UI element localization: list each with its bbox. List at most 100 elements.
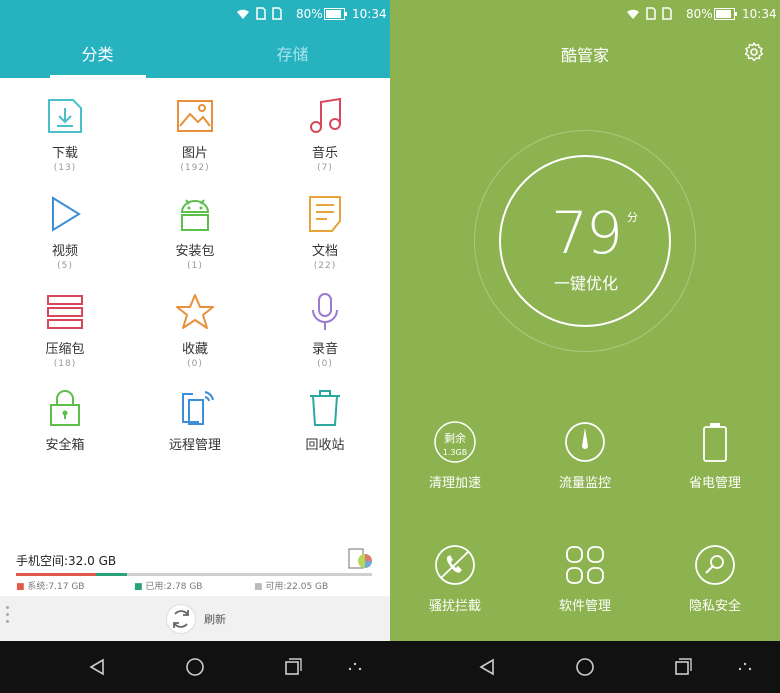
category-label: 视频 bbox=[51, 244, 78, 259]
function-label: 骚扰拦截 bbox=[428, 599, 481, 614]
category-label: 压缩包 bbox=[45, 342, 85, 357]
tab-indicator bbox=[50, 75, 146, 78]
sim-card-icon bbox=[662, 7, 672, 20]
battery-percent: 80% bbox=[686, 7, 713, 21]
legend-system: ■ 系统:7.17 GB bbox=[16, 582, 85, 592]
clock: 10:34 bbox=[352, 7, 387, 21]
category-videos[interactable]: 视频 (5) bbox=[0, 194, 130, 271]
back-icon[interactable] bbox=[478, 658, 496, 676]
wifi-icon bbox=[237, 9, 249, 19]
category-favorites[interactable]: 收藏 (0) bbox=[130, 292, 260, 369]
function-label: 清理加速 bbox=[428, 476, 481, 491]
storage-bar-used bbox=[95, 573, 127, 576]
wifi-icon bbox=[627, 9, 639, 19]
optimize-button[interactable]: 79 分 一键优化 bbox=[499, 155, 671, 327]
category-count: (0) bbox=[317, 359, 333, 369]
battery-icon bbox=[714, 8, 737, 20]
function-clean-boost[interactable]: 剩余 1.3GB 清理加速 bbox=[390, 420, 520, 491]
legend-free-text: 可用:22.05 GB bbox=[265, 582, 329, 592]
tab-categories[interactable]: 分类 bbox=[0, 28, 195, 78]
category-label: 收藏 bbox=[181, 342, 208, 357]
privacy-icon bbox=[695, 545, 735, 585]
home-icon[interactable] bbox=[575, 657, 595, 677]
recents-icon[interactable] bbox=[673, 657, 693, 677]
manager-panel: 80% 10:34 酷管家 79 分 一键优化 剩余 1.3GB 清理加速 流量… bbox=[390, 0, 780, 641]
category-count: (0) bbox=[187, 359, 203, 369]
apps-icon bbox=[566, 546, 604, 584]
storage-bar bbox=[16, 573, 372, 576]
category-downloads[interactable]: 下载 (13) bbox=[0, 96, 130, 173]
refresh-button[interactable] bbox=[166, 604, 196, 634]
archive-icon bbox=[47, 295, 83, 329]
tab-storage[interactable]: 存储 bbox=[195, 28, 390, 78]
phone-block-icon bbox=[435, 545, 475, 585]
category-recycle-bin[interactable]: 回收站 bbox=[260, 388, 390, 453]
category-label: 录音 bbox=[311, 342, 338, 357]
refresh-icon bbox=[173, 610, 189, 628]
category-remote-management[interactable]: 远程管理 bbox=[130, 388, 260, 453]
category-safe-box[interactable]: 安全箱 bbox=[0, 388, 130, 453]
category-label: 音乐 bbox=[311, 146, 338, 161]
file-manager-panel: 80% 10:34 分类 存储 下载 (13) 图片 (192) 音乐 (7) … bbox=[0, 0, 390, 693]
remaining-badge-bottom: 1.3GB bbox=[442, 448, 468, 457]
android-icon bbox=[180, 199, 210, 231]
legend-free: ■ 可用:22.05 GB bbox=[254, 582, 329, 592]
category-count: (1) bbox=[187, 261, 203, 271]
screen: 80% 10:34 分类 存储 下载 (13) 图片 (192) 音乐 (7) … bbox=[0, 0, 780, 693]
download-icon bbox=[48, 99, 82, 133]
nav-bar-right bbox=[390, 641, 780, 693]
category-documents[interactable]: 文档 (22) bbox=[260, 194, 390, 271]
page-title: 酷管家 bbox=[560, 46, 609, 65]
recents-icon[interactable] bbox=[283, 657, 303, 677]
category-count: (7) bbox=[317, 163, 333, 173]
category-archives[interactable]: 压缩包 (18) bbox=[0, 292, 130, 369]
remaining-badge-top: 剩余 bbox=[444, 432, 466, 445]
function-label: 软件管理 bbox=[558, 599, 611, 614]
category-images[interactable]: 图片 (192) bbox=[130, 96, 260, 173]
document-icon bbox=[309, 196, 341, 232]
category-count: (192) bbox=[180, 163, 210, 173]
function-traffic-monitor[interactable]: 流量监控 bbox=[520, 420, 650, 491]
nav-bar-left bbox=[0, 641, 390, 693]
lock-icon bbox=[50, 390, 80, 426]
tab-label: 分类 bbox=[81, 45, 114, 64]
gear-icon[interactable] bbox=[744, 42, 764, 62]
remote-icon bbox=[182, 391, 214, 425]
drag-handle-icon[interactable] bbox=[6, 606, 10, 627]
optimize-label: 一键优化 bbox=[553, 274, 618, 293]
category-apks[interactable]: 安装包 (1) bbox=[130, 194, 260, 271]
tab-label: 存储 bbox=[276, 45, 309, 64]
sim-card-icon bbox=[272, 7, 282, 20]
refresh-bar: 刷新 bbox=[0, 596, 390, 641]
function-label: 隐私安全 bbox=[688, 599, 741, 614]
star-icon bbox=[176, 294, 214, 329]
trash-icon bbox=[310, 390, 340, 426]
function-label: 省电管理 bbox=[688, 476, 741, 491]
refresh-label[interactable]: 刷新 bbox=[204, 611, 226, 627]
back-icon[interactable] bbox=[88, 658, 106, 676]
category-label: 图片 bbox=[181, 146, 208, 161]
function-privacy-security[interactable]: 隐私安全 bbox=[650, 543, 780, 614]
more-icon[interactable] bbox=[738, 661, 752, 671]
score-unit: 分 bbox=[627, 211, 638, 224]
category-count: (13) bbox=[53, 163, 77, 173]
clock: 10:34 bbox=[742, 7, 777, 21]
legend-system-text: 系统:7.17 GB bbox=[27, 582, 85, 592]
storage-summary[interactable]: 手机空间:32.0 GB ■ 系统:7.17 GB ■ 已用:2.78 GB ■… bbox=[16, 548, 372, 592]
category-label: 文档 bbox=[311, 244, 338, 259]
category-music[interactable]: 音乐 (7) bbox=[260, 96, 390, 173]
tab-bar: 分类 存储 bbox=[0, 28, 390, 78]
home-icon[interactable] bbox=[185, 657, 205, 677]
category-count: (5) bbox=[57, 261, 73, 271]
category-label: 安全箱 bbox=[45, 438, 85, 453]
status-bar: 80% 10:34 bbox=[390, 0, 780, 28]
microphone-icon bbox=[312, 293, 338, 330]
more-icon[interactable] bbox=[348, 661, 362, 671]
battery-icon bbox=[324, 8, 347, 20]
function-app-manager[interactable]: 软件管理 bbox=[520, 543, 650, 614]
storage-bar-system bbox=[16, 573, 96, 576]
function-power-saving[interactable]: 省电管理 bbox=[650, 420, 780, 491]
category-recordings[interactable]: 录音 (0) bbox=[260, 292, 390, 369]
function-spam-block[interactable]: 骚扰拦截 bbox=[390, 543, 520, 614]
battery-percent: 80% bbox=[296, 7, 323, 21]
